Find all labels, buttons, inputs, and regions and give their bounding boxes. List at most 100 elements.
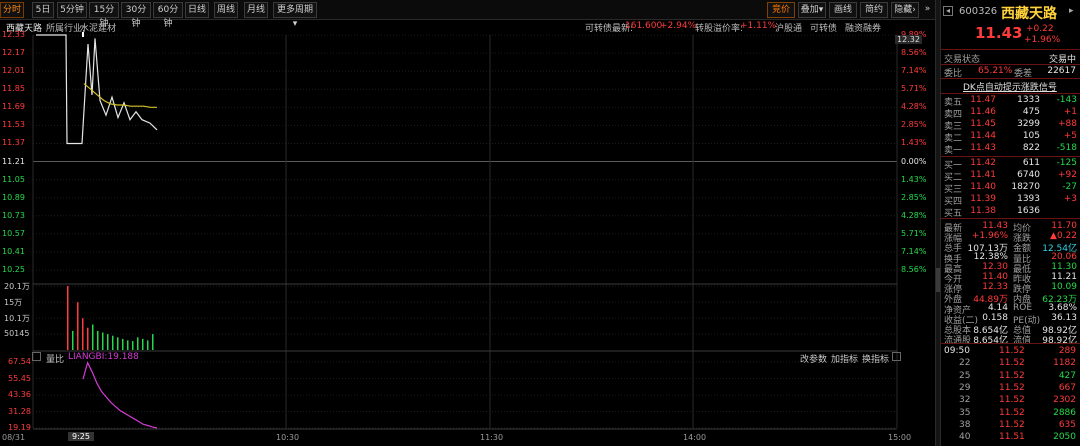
level-price[interactable]: 11.39	[970, 194, 996, 204]
level-price[interactable]: 11.45	[970, 119, 996, 129]
ask-row: 卖三 11.45 3299 +88	[941, 119, 1080, 132]
level-price[interactable]: 11.46	[970, 107, 996, 117]
level-volume: 18270	[1011, 182, 1040, 192]
add-indicator-button[interactable]: 加指标	[831, 352, 858, 365]
percent-tick-label: 4.28%	[901, 102, 927, 112]
level-change: +5	[1063, 131, 1077, 141]
stats-row: 今开 11.40 昨收 11.21	[941, 272, 1080, 285]
price-tick-label: 12.17	[2, 48, 25, 58]
chart-area[interactable]	[0, 0, 935, 446]
level-price[interactable]: 11.41	[970, 170, 996, 180]
maximize-icon[interactable]	[892, 352, 901, 361]
level-price[interactable]: 11.42	[970, 158, 996, 168]
trade-time: 32	[959, 395, 971, 406]
stats-row: 净资产 4.14 ROE 3.68%	[941, 302, 1080, 316]
percent-tick-label: 2.85%	[901, 120, 927, 130]
order-ratio-row: 委比 65.21% 委差 22617	[941, 66, 1080, 79]
price-tick-label: 10.73	[2, 210, 25, 220]
signal-link-text[interactable]: DK点自动提示涨跌信号	[963, 80, 1057, 93]
cursor-price-label: 12.32	[895, 35, 922, 44]
forward-icon[interactable]: ▸	[1069, 6, 1074, 16]
price-tick-label: 11.69	[2, 102, 25, 112]
divider-grip[interactable]	[936, 268, 940, 292]
percent-tick-label: 7.14%	[901, 66, 927, 76]
trade-price: 11.52	[999, 358, 1025, 369]
level-change: -27	[1062, 182, 1077, 192]
current-price: 11.43	[975, 24, 1023, 42]
stat-value: +1.96%	[971, 231, 1008, 242]
volume-bar	[137, 337, 139, 350]
percent-tick-label: 8.56%	[901, 48, 927, 58]
price-tick-label: 12.01	[2, 66, 25, 76]
level-price[interactable]: 11.43	[970, 143, 996, 153]
bid-row: 买一 11.42 611 -125	[941, 158, 1080, 171]
indicator-header: 量比 LIANGBI:19.188 改参数 加指标 换指标	[32, 352, 902, 365]
back-icon[interactable]: ◂	[943, 6, 953, 16]
swap-indicator-button[interactable]: 换指标	[862, 352, 889, 365]
level-price[interactable]: 11.47	[970, 95, 996, 105]
stat-value: 3.68%	[1048, 302, 1077, 313]
level-volume: 1333	[1017, 95, 1040, 105]
volume-tick-label: 10.1万	[4, 314, 30, 323]
volume-bar	[112, 335, 114, 350]
stat-label: ROE	[1013, 302, 1033, 313]
indicator-tick-label: 19.19	[8, 423, 31, 432]
chart-grid	[32, 32, 898, 430]
ask-row: 卖五 11.47 1333 -143	[941, 95, 1080, 108]
trade-time: 25	[959, 370, 971, 381]
level-volume: 6740	[1017, 170, 1040, 180]
volume-bar	[97, 330, 99, 350]
level-volume: 3299	[1017, 119, 1040, 129]
trade-time: 38	[959, 419, 971, 430]
trade-row: 29 11.52 667	[941, 383, 1080, 395]
trade-volume: 2050	[1053, 432, 1076, 443]
volume-bar	[87, 327, 89, 350]
price-tick-label: 10.25	[2, 265, 25, 274]
price-change-pct: +1.96%	[1024, 35, 1061, 45]
stats-row: 换手 12.38% 量比 20.06	[941, 251, 1080, 265]
price-change: +0.22	[1026, 24, 1054, 34]
volume-bar	[107, 334, 109, 350]
quote-panel: ◂ 600326 西藏天路 ▸ 11.43 +0.22 +1.96% 交易状态 …	[941, 0, 1080, 446]
stat-value: 11.21	[1051, 272, 1077, 282]
level-price[interactable]: 11.38	[970, 206, 996, 216]
ask-row: 卖二 11.44 105 +5	[941, 131, 1080, 144]
volume-tick-label: 50145	[4, 329, 30, 338]
trade-volume: 635	[1058, 419, 1076, 430]
time-tick: 14:00	[683, 433, 707, 442]
trade-volume: 2886	[1053, 407, 1076, 418]
volume-bar	[72, 330, 74, 350]
volume-bar	[82, 318, 84, 350]
level-price[interactable]: 11.44	[970, 131, 996, 141]
stat-value: 20.06	[1051, 251, 1077, 262]
level-change: +92	[1058, 170, 1077, 180]
level-change: -125	[1056, 158, 1077, 168]
level-price[interactable]: 11.40	[970, 182, 996, 192]
ask-row: 卖四 11.46 475 +1	[941, 107, 1080, 120]
trade-price: 11.52	[999, 419, 1025, 430]
stat-label: 流值	[1013, 336, 1032, 347]
stat-value: 11.40	[982, 272, 1008, 282]
level-volume: 1636	[1017, 206, 1040, 216]
trade-status-row: 交易状态 交易中	[941, 52, 1080, 65]
signal-link[interactable]: DK点自动提示涨跌信号	[941, 80, 1080, 93]
volume-bar	[102, 332, 104, 350]
trade-time: 35	[959, 407, 971, 418]
volume-bar	[132, 341, 134, 350]
level-volume: 475	[1022, 107, 1040, 117]
volume-bar	[152, 334, 154, 350]
edit-params-button[interactable]: 改参数	[800, 352, 827, 365]
stock-code: 600326	[959, 6, 998, 17]
trade-time: 09:50	[944, 346, 970, 356]
volume-bar	[147, 340, 149, 350]
stats-row: 收益(二) 0.158 PE(动) 36.13	[941, 313, 1080, 326]
trading-window: 分时 5日 5分钟 15分钟 30分钟 60分钟 日线 周线 月线 更多周期 ▾…	[0, 0, 1080, 446]
volume-tick-label: 15万	[4, 298, 23, 307]
collapse-icon[interactable]	[32, 352, 41, 361]
stat-value: 12.33	[982, 282, 1008, 293]
trade-volume: 2302	[1053, 395, 1076, 406]
volume-bar	[92, 324, 94, 350]
trade-volume: 1182	[1053, 358, 1076, 369]
trade-time: 40	[959, 432, 971, 443]
stat-value: 98.92亿	[1042, 336, 1077, 347]
